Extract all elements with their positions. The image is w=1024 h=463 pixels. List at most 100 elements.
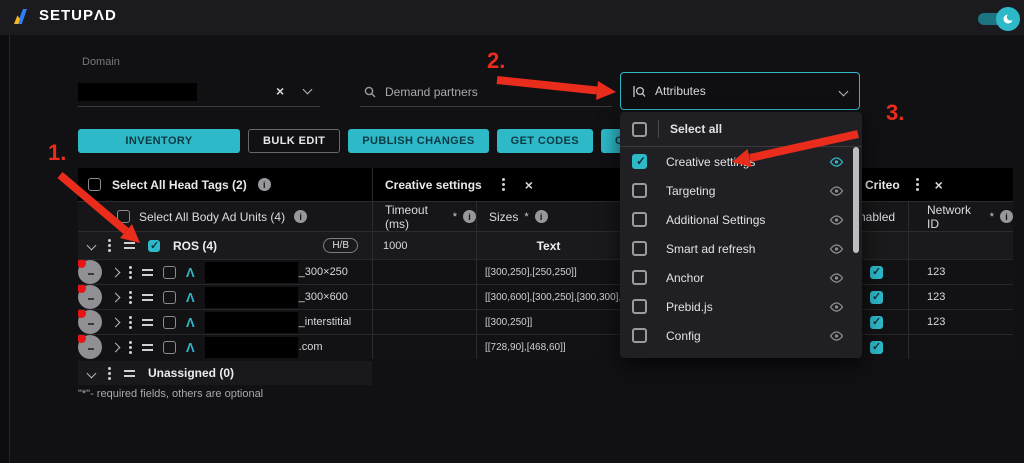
unassigned-drag-handle-icon[interactable] (124, 370, 135, 377)
timeout-info-icon[interactable]: i (463, 210, 476, 223)
unit-expand-chevron-icon[interactable] (111, 267, 121, 277)
table-subheader-row: Select All Body Ad Units (4) i Timeout (… (78, 201, 1013, 231)
unit-menu-icon[interactable] (129, 296, 132, 299)
unit-drag-handle-icon[interactable] (142, 319, 153, 326)
unit-expand-chevron-icon[interactable] (111, 342, 121, 352)
creative-settings-menu-icon[interactable] (502, 183, 505, 186)
eye-icon[interactable] (829, 215, 844, 225)
ros-timeout-value[interactable]: 1000 (383, 240, 407, 252)
unit-drag-handle-icon[interactable] (142, 269, 153, 276)
select-all-body-units-checkbox[interactable] (117, 210, 130, 223)
unit-menu-icon[interactable] (129, 271, 132, 274)
unit-enabled-checkbox[interactable] (870, 316, 883, 329)
unit-enabled-checkbox[interactable] (870, 291, 883, 304)
notification-dot (78, 310, 86, 318)
domain-chevron-down-icon[interactable] (303, 85, 313, 95)
unit-checkbox[interactable] (163, 316, 176, 329)
ros-collapse-chevron-icon[interactable] (87, 241, 97, 251)
creative-settings-checkbox[interactable] (632, 154, 647, 169)
unit-network-id[interactable]: 123 (909, 291, 945, 303)
moon-icon (1002, 13, 1014, 25)
unit-network-id[interactable]: 123 (909, 316, 945, 328)
unit-drag-handle-icon[interactable] (142, 344, 153, 351)
app-window: SETUPΛD Domain × (0, 0, 1024, 463)
unit-name-suffix: _interstitial (299, 316, 352, 328)
menu-item-creative-settings[interactable]: Creative settings (620, 147, 862, 176)
select-all-head-tags-checkbox[interactable] (88, 178, 101, 191)
unassigned-group-row[interactable]: Unassigned (0) (78, 361, 372, 385)
unassigned-menu-icon[interactable] (108, 372, 111, 375)
unit-expand-chevron-icon[interactable] (111, 317, 121, 327)
config-checkbox[interactable] (632, 328, 647, 343)
eye-icon[interactable] (829, 186, 844, 196)
menu-item-config[interactable]: Config (620, 321, 862, 350)
eye-icon[interactable] (829, 302, 844, 312)
publish-changes-button[interactable]: PUBLISH CHANGES (348, 129, 488, 153)
unit-sizes-value[interactable]: [[728,90],[468,60]] (477, 342, 566, 353)
theme-toggle-knob[interactable] (996, 7, 1020, 31)
unit-network-id[interactable]: 123 (909, 266, 945, 278)
ad-unit-row: Λ _interstitial [[300,250]] 123 (78, 309, 1013, 334)
creative-settings-close-icon[interactable]: × (525, 178, 533, 192)
table-header-row: Select All Head Tags (2) i Creative sett… (78, 168, 1013, 201)
unit-menu-icon[interactable] (129, 346, 132, 349)
ros-menu-icon[interactable] (108, 244, 111, 247)
criteo-group-label: Criteo (865, 178, 900, 192)
ros-label: ROS (4) (173, 239, 217, 253)
ros-drag-handle-icon[interactable] (124, 242, 135, 249)
eye-icon[interactable] (829, 331, 844, 341)
unit-menu-icon[interactable] (129, 321, 132, 324)
demand-partners-input[interactable] (385, 85, 585, 99)
ros-checkbox[interactable] (148, 240, 160, 252)
additional-settings-checkbox[interactable] (632, 212, 647, 227)
eye-icon[interactable] (829, 157, 844, 167)
menu-divider (658, 120, 659, 138)
unassigned-chevron-icon[interactable] (87, 368, 97, 378)
menu-item-prebid-js[interactable]: Prebid.js (620, 292, 862, 321)
unit-sizes-value[interactable]: [[300,250],[250,250]] (477, 267, 577, 278)
sizes-info-icon[interactable]: i (535, 210, 548, 223)
demand-partners-search[interactable] (360, 78, 612, 107)
attributes-select[interactable]: Attributes (620, 72, 860, 110)
unit-checkbox[interactable] (163, 341, 176, 354)
get-codes-button[interactable]: GET CODES (497, 129, 593, 153)
setupad-logo-icon (14, 8, 32, 24)
bulk-edit-button[interactable]: BULK EDIT (248, 129, 340, 153)
select-all-head-tags-label: Select All Head Tags (2) (112, 178, 247, 192)
inventory-button[interactable]: INVENTORY (78, 129, 240, 153)
menu-item-anchor[interactable]: Anchor (620, 263, 862, 292)
anchor-checkbox[interactable] (632, 270, 647, 285)
network-id-info-icon[interactable]: i (1000, 210, 1013, 223)
unit-sizes-value[interactable]: [[300,250]] (477, 317, 532, 328)
annotation-number-1: 1. (48, 140, 66, 166)
criteo-close-icon[interactable]: × (935, 178, 943, 192)
unit-checkbox[interactable] (163, 266, 176, 279)
head-tags-info-icon[interactable]: i (258, 178, 271, 191)
eye-icon[interactable] (829, 273, 844, 283)
unit-enabled-checkbox[interactable] (870, 341, 883, 354)
theme-toggle[interactable] (978, 13, 1012, 25)
unit-checkbox[interactable] (163, 291, 176, 304)
unit-expand-chevron-icon[interactable] (111, 292, 121, 302)
dropdown-scrollbar[interactable] (853, 147, 859, 253)
smart-ad-refresh-checkbox[interactable] (632, 241, 647, 256)
brand-logo[interactable]: SETUPΛD (14, 7, 117, 24)
unit-drag-handle-icon[interactable] (142, 294, 153, 301)
ros-sizes-value[interactable]: Text (537, 239, 561, 253)
domain-clear-icon[interactable]: × (276, 82, 284, 100)
creative-settings-group-label: Creative settings (385, 178, 482, 192)
prebid-js-checkbox[interactable] (632, 299, 647, 314)
select-all-menu-item[interactable]: Select all (620, 112, 862, 147)
menu-item-additional-settings[interactable]: Additional Settings (620, 205, 862, 234)
eye-icon[interactable] (829, 244, 844, 254)
select-all-checkbox[interactable] (632, 122, 647, 137)
criteo-menu-icon[interactable] (916, 183, 919, 186)
unit-enabled-checkbox[interactable] (870, 266, 883, 279)
menu-item-smart-ad-refresh[interactable]: Smart ad refresh (620, 234, 862, 263)
domain-select[interactable]: × (78, 78, 320, 107)
body-units-info-icon[interactable]: i (294, 210, 307, 223)
menu-item-targeting[interactable]: Targeting (620, 176, 862, 205)
attributes-select-label: Attributes (655, 84, 831, 98)
menu-item-label: Targeting (666, 184, 829, 198)
targeting-checkbox[interactable] (632, 183, 647, 198)
